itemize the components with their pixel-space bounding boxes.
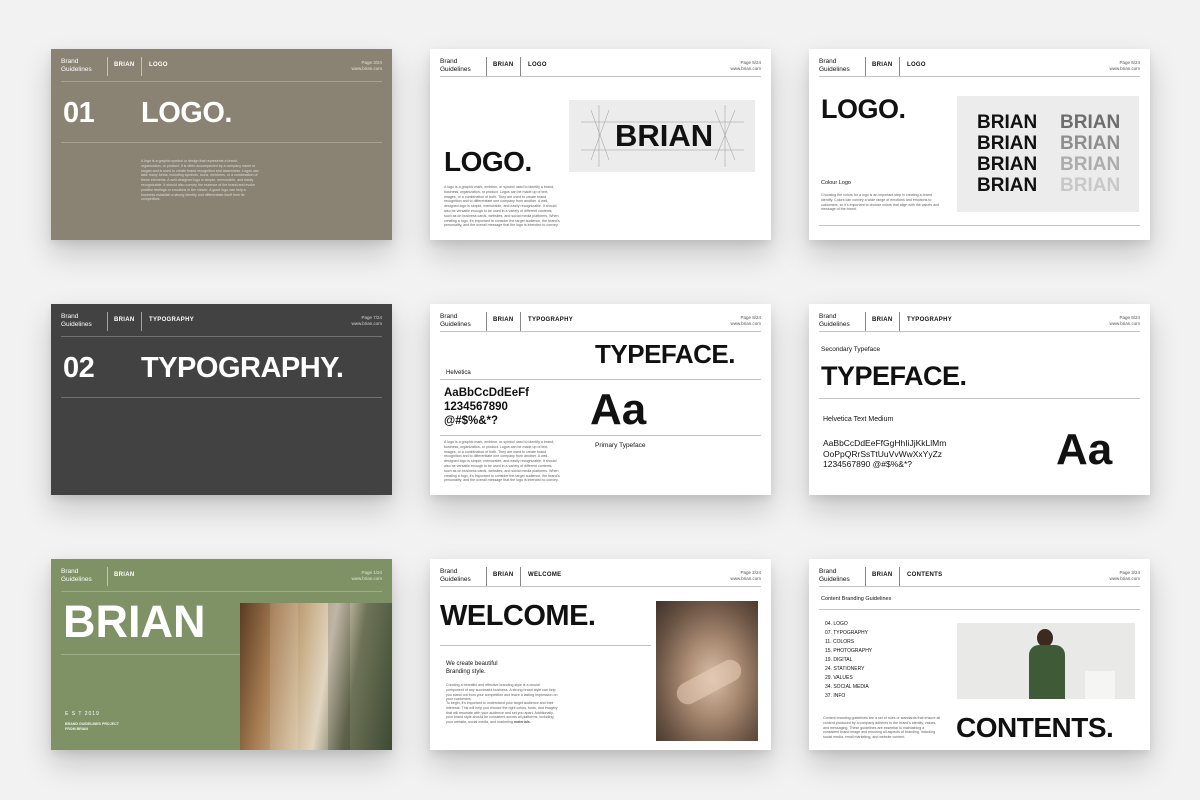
contents-item[interactable]: 11. COLORS — [825, 638, 872, 647]
contents-item[interactable]: 24. STATIONERY — [825, 665, 872, 674]
logo-colour-grid: BRIAN BRIAN BRIAN BRIAN BRIAN BRIAN BRIAN BRIA… — [957, 96, 1139, 212]
tagline: We create beautiful Branding style. — [446, 661, 498, 675]
brand-label: Brand Guidelines — [61, 58, 92, 73]
slide-body: Choosing the colors for a logo is an imp… — [821, 193, 940, 212]
slide-title: CONTENTS. — [956, 712, 1114, 743]
brand-name: BRIAN — [493, 62, 514, 68]
brand-label: Brand Guidelines — [440, 58, 471, 73]
slide-title: LOGO. — [141, 97, 232, 129]
section-name: LOGO — [149, 62, 168, 68]
slide-logo-intro[interactable]: Brand Guidelines BRIAN LOGO Page 3/24 www.… — [51, 49, 392, 240]
slide-title: LOGO. — [821, 94, 906, 124]
logo-column-dark: BRIAN BRIAN BRIAN BRIAN — [977, 112, 1038, 196]
slide-body-1: Creating a beautiful and effective brand… — [446, 683, 558, 702]
section-name: CONTENTS — [907, 572, 943, 578]
cover-title: BRIAN — [63, 596, 206, 647]
brand-label: Brand Guidelines — [61, 568, 92, 583]
slide-logo-mark[interactable]: Brand Guidelines BRIAN LOGO Page 5/24 www.… — [430, 49, 771, 240]
brand-name: BRIAN — [493, 317, 514, 323]
brand-label: Brand Guidelines — [819, 568, 850, 583]
slide-title: TYPOGRAPHY. — [141, 352, 344, 384]
slide-body: A logo is a graphic mark, emblem, or sym… — [444, 440, 560, 483]
brand-name: BRIAN — [114, 62, 135, 68]
logo-wordmark: BRIAN — [615, 118, 714, 153]
slide-body: Content branding guidelines are a set of… — [823, 716, 941, 740]
font-name: Helvetica — [446, 370, 471, 376]
page-info: Page 6/24 www.brian.com — [1109, 60, 1140, 71]
contents-item[interactable]: 19. DIGITAL — [825, 656, 872, 665]
page-info: Page 7/24 www.brian.com — [351, 315, 382, 326]
est-badge: E S T 2019 — [65, 711, 100, 717]
brand-label: Brand Guidelines — [819, 58, 850, 73]
page-info: Page 2/24 www.brian.com — [730, 570, 761, 581]
contents-item[interactable]: 29. VALUES — [825, 674, 872, 683]
brand-name: BRIAN — [872, 572, 893, 578]
section-name: WELCOME — [528, 572, 562, 578]
typeface-sample: Aa — [590, 385, 647, 434]
slide-cover[interactable]: Brand Guidelines BRIAN Page 1/24 www.brian… — [51, 559, 392, 750]
logo-column-grey: BRIAN BRIAN BRIAN BRIAN — [1060, 112, 1121, 196]
brand-name: BRIAN — [872, 62, 893, 68]
brand-name: BRIAN — [493, 572, 514, 578]
section-name: TYPOGRAPHY — [528, 317, 574, 323]
brand-label: Brand Guidelines — [440, 313, 471, 328]
contents-item[interactable]: 04. LOGO — [825, 620, 872, 629]
typeface-sample: Aa — [1056, 425, 1113, 474]
brand-label: Brand Guidelines — [819, 313, 850, 328]
page-info: Page 3/24 www.brian.com — [1109, 570, 1140, 581]
slide-title: TYPEFACE. — [595, 339, 735, 369]
slide-body: A logo is a graphic mark, emblem, or sym… — [444, 185, 560, 228]
page-info: Page 1/24 www.brian.com — [351, 570, 382, 581]
slide-subtitle: Colour Logo — [821, 180, 851, 186]
contents-list: 04. LOGO 07. TYPOGRAPHY 11. COLORS 15. P… — [825, 620, 872, 701]
slide-primary-typeface[interactable]: Brand Guidelines BRIAN TYPOGRAPHY Page 8/… — [430, 304, 771, 495]
section-name: LOGO — [907, 62, 926, 68]
brand-label: Brand Guidelines — [61, 313, 92, 328]
slide-colour-logo[interactable]: Brand Guidelines BRIAN LOGO Page 6/24 www.… — [809, 49, 1150, 240]
typeface-caption: Primary Typeface — [595, 442, 646, 449]
page-info: Page 3/24 www.brian.com — [351, 60, 382, 71]
slide-welcome[interactable]: Brand Guidelines BRIAN WELCOME Page 2/24 w… — [430, 559, 771, 750]
brand-name: BRIAN — [114, 572, 135, 578]
section-name: TYPOGRAPHY — [907, 317, 953, 323]
contents-item[interactable]: 15. PHOTOGRAPHY — [825, 647, 872, 656]
section-number: 01 — [63, 97, 95, 129]
slide-body: A logo is a graphic symbol or design tha… — [141, 159, 259, 202]
section-name: LOGO — [528, 62, 547, 68]
brand-label: Brand Guidelines — [440, 568, 471, 583]
slide-secondary-typeface[interactable]: Brand Guidelines BRIAN TYPOGRAPHY Page 9/… — [809, 304, 1150, 495]
glyph-sample: AaBbCcDdEeFfGgHhIiJjKkLlMm OoPpQRrSsTtUuV… — [823, 438, 947, 469]
slide-title: WELCOME. — [440, 600, 596, 632]
page-info: Page 8/24 www.brian.com — [730, 315, 761, 326]
section-name: TYPOGRAPHY — [149, 317, 195, 323]
glyph-sample: AaBbCcDdEeFf 1234567890 @#$%&*? — [444, 387, 529, 427]
jackets-photo — [240, 603, 392, 750]
contents-item[interactable]: 34. SOCIAL MEDIA — [825, 683, 872, 692]
section-number: 02 — [63, 352, 95, 384]
brand-name: BRIAN — [872, 317, 893, 323]
page-info: Page 5/24 www.brian.com — [730, 60, 761, 71]
font-name: Helvetica Text Medium — [823, 416, 894, 423]
slide-typography-intro[interactable]: Brand Guidelines BRIAN TYPOGRAPHY Page 7/… — [51, 304, 392, 495]
slide-title: TYPEFACE. — [821, 361, 967, 391]
brand-name: BRIAN — [114, 317, 135, 323]
project-caption: BRAND GUIDELINES PROJECT FROM BRIAN — [65, 722, 119, 731]
page-info: Page 9/24 www.brian.com — [1109, 315, 1140, 326]
slide-eyebrow: Content Branding Guidelines — [821, 596, 892, 602]
slide-header: Brand Guidelines BRIAN LOGO Page 3/24 www.… — [61, 57, 382, 79]
logo-construction-panel: BRIAN — [569, 100, 755, 172]
portrait-photo — [957, 623, 1135, 699]
slide-title: LOGO. — [444, 146, 532, 177]
slide-body-2: To begin, it's important to understand y… — [446, 701, 558, 725]
contents-item[interactable]: 37. INFO — [825, 692, 872, 701]
hand-photo — [656, 601, 758, 741]
contents-item[interactable]: 07. TYPOGRAPHY — [825, 629, 872, 638]
slide-eyebrow: Secondary Typeface — [821, 346, 881, 353]
slide-contents[interactable]: Brand Guidelines BRIAN CONTENTS Page 3/24… — [809, 559, 1150, 750]
